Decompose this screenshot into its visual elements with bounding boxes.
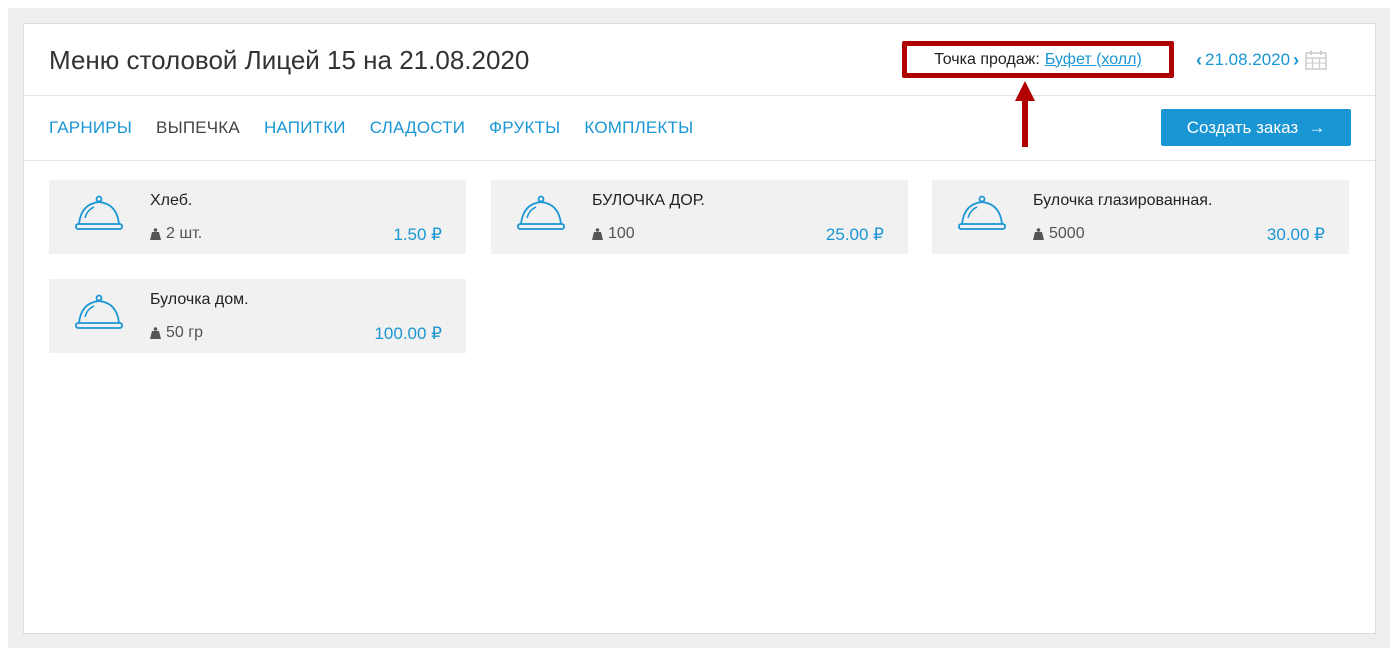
cloche-icon	[75, 294, 123, 329]
tab-sets[interactable]: КОМПЛЕКТЫ	[584, 118, 693, 138]
menu-header: Меню столовой Лицей 15 на 21.08.2020 Точ…	[24, 24, 1375, 96]
item-weight-value: 100	[608, 225, 635, 242]
sale-point-link[interactable]: Буфет (холл)	[1045, 51, 1142, 69]
item-weight: 100	[592, 225, 635, 243]
weight-icon	[150, 327, 161, 339]
calendar-icon[interactable]	[1305, 50, 1327, 70]
item-weight: 50 гр	[150, 324, 203, 342]
item-weight-value: 2 шт.	[166, 225, 203, 242]
prev-date-button[interactable]: ‹	[1196, 51, 1202, 69]
item-price: 30.00 ₽	[1266, 225, 1325, 244]
tab-sweets[interactable]: СЛАДОСТИ	[370, 118, 465, 138]
current-date: 21.08.2020	[1205, 50, 1291, 69]
category-bar: ГАРНИРЫ ВЫПЕЧКА НАПИТКИ СЛАДОСТИ ФРУКТЫ …	[24, 96, 1375, 161]
sale-point-label: Точка продаж:	[934, 50, 1040, 68]
item-name: Булочка глазированная.	[1033, 192, 1213, 209]
tab-pastry[interactable]: ВЫПЕЧКА	[156, 118, 240, 138]
cloche-icon	[75, 195, 123, 230]
next-date-button[interactable]: ›	[1293, 51, 1299, 69]
item-name: Булочка дом.	[150, 291, 249, 308]
tab-garnishes[interactable]: ГАРНИРЫ	[49, 118, 132, 138]
tab-fruits[interactable]: ФРУКТЫ	[489, 118, 560, 138]
weight-icon	[1033, 228, 1044, 240]
weight-icon	[150, 228, 161, 240]
cloche-icon	[517, 195, 565, 230]
item-name: БУЛОЧКА ДОР.	[592, 192, 705, 209]
item-price: 100.00 ₽	[374, 324, 442, 343]
menu-card: Меню столовой Лицей 15 на 21.08.2020 Точ…	[23, 23, 1376, 634]
item-weight: 5000	[1033, 225, 1085, 243]
sale-point-selector: Точка продаж: Буфет (холл)	[902, 41, 1174, 78]
item-weight-value: 50 гр	[166, 324, 203, 341]
page-title: Меню столовой Лицей 15 на 21.08.2020	[49, 45, 530, 75]
menu-item[interactable]: БУЛОЧКА ДОР. 100 25.00 ₽	[491, 180, 908, 254]
arrow-right-icon: →	[1308, 117, 1326, 137]
create-order-label: Создать заказ	[1186, 117, 1299, 137]
item-name: Хлеб.	[150, 192, 193, 209]
cloche-icon	[958, 195, 1006, 230]
tab-drinks[interactable]: НАПИТКИ	[264, 118, 346, 138]
menu-item[interactable]: Булочка дом. 50 гр 100.00 ₽	[49, 279, 466, 353]
item-weight: 2 шт.	[150, 225, 202, 243]
menu-item[interactable]: Хлеб. 2 шт. 1.50 ₽	[49, 180, 466, 254]
menu-item[interactable]: Булочка глазированная. 5000 30.00 ₽	[932, 180, 1349, 254]
item-price: 25.00 ₽	[825, 225, 884, 244]
item-price: 1.50 ₽	[393, 225, 442, 244]
category-tabs: ГАРНИРЫ ВЫПЕЧКА НАПИТКИ СЛАДОСТИ ФРУКТЫ …	[49, 118, 717, 138]
create-order-button[interactable]: Создать заказ →	[1161, 109, 1351, 146]
item-weight-value: 5000	[1049, 225, 1085, 242]
weight-icon	[592, 228, 603, 240]
date-navigation: ‹ 21.08.2020 ›	[1196, 48, 1327, 72]
